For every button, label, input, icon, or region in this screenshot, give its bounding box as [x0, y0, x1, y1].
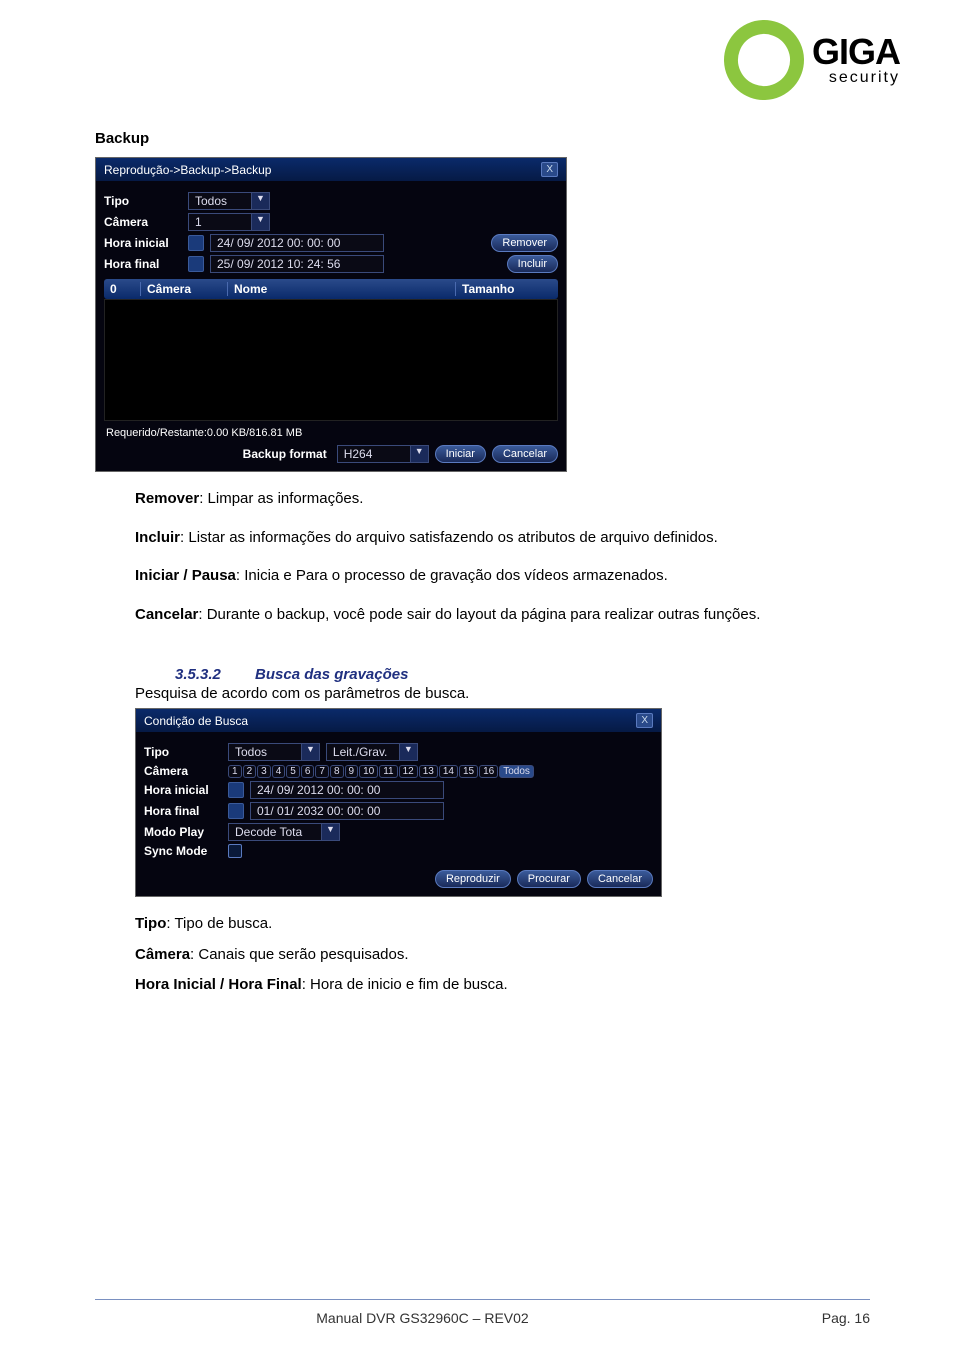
dialog-title-text: Reprodução->Backup->Backup — [104, 163, 271, 177]
label-camera: Câmera — [104, 215, 182, 229]
ch-2[interactable]: 2 — [243, 765, 257, 778]
desc-tipo: Tipo: Tipo de busca. — [135, 913, 870, 936]
reproduzir-button[interactable]: Reproduzir — [435, 870, 511, 888]
channel-buttons[interactable]: 1 2 3 4 5 6 7 8 9 10 11 12 13 14 15 16 T — [228, 765, 534, 778]
desc-camera: Câmera: Canais que serão pesquisados. — [135, 944, 870, 967]
hora-inicial-field[interactable]: 24/ 09/ 2012 00: 00: 00 — [250, 781, 444, 799]
brand-logo: GIGA security — [724, 20, 900, 100]
format-value: H264 — [337, 445, 411, 463]
logo-text: GIGA security — [812, 34, 900, 86]
label-camera: Câmera — [144, 764, 222, 778]
camera-dropdown[interactable]: 1 ▼ — [188, 213, 270, 231]
close-icon[interactable]: X — [636, 713, 653, 728]
footer-manual: Manual DVR GS32960C – REV02 — [95, 1310, 750, 1326]
section-busca-heading: 3.5.3.2 Busca das gravações — [175, 666, 870, 683]
hora-final-field[interactable]: 01/ 01/ 2032 00: 00: 00 — [250, 802, 444, 820]
desc-remover: Remover: Limpar as informações. — [135, 488, 870, 511]
th-camera: Câmera — [141, 282, 228, 296]
chevron-down-icon: ▼ — [252, 213, 270, 231]
tipo-dropdown[interactable]: Todos ▼ — [188, 192, 270, 210]
desc-incluir: Incluir: Listar as informações do arquiv… — [95, 527, 870, 550]
backup-dialog: Reprodução->Backup->Backup X Tipo Todos … — [95, 157, 567, 472]
ch-7[interactable]: 7 — [315, 765, 329, 778]
tipo-value: Todos — [188, 192, 252, 210]
dialog-titlebar: Reprodução->Backup->Backup X — [96, 158, 566, 181]
ch-3[interactable]: 3 — [257, 765, 271, 778]
hora-final-field[interactable]: 25/ 09/ 2012 10: 24: 56 — [210, 255, 384, 273]
remover-button[interactable]: Remover — [491, 234, 558, 252]
format-dropdown[interactable]: H264 ▼ — [337, 445, 429, 463]
ch-12[interactable]: 12 — [399, 765, 418, 778]
incluir-button[interactable]: Incluir — [507, 255, 558, 273]
label-hora-inicial: Hora inicial — [144, 783, 222, 797]
busca-dialog: Condição de Busca X Tipo Todos ▼ Leit./G… — [135, 708, 662, 897]
status-text: Requerido/Restante:0.00 KB/816.81 MB — [106, 427, 556, 439]
label-modo-play: Modo Play — [144, 825, 222, 839]
chevron-down-icon: ▼ — [322, 823, 340, 841]
section-backup-title: Backup — [95, 130, 870, 147]
desc-iniciar: Iniciar / Pausa: Inicia e Para o process… — [95, 565, 870, 588]
ch-1[interactable]: 1 — [228, 765, 242, 778]
calendar-icon[interactable] — [228, 803, 244, 819]
calendar-icon[interactable] — [188, 256, 204, 272]
cancelar-button[interactable]: Cancelar — [492, 445, 558, 463]
ch-16[interactable]: 16 — [479, 765, 498, 778]
logo-sub: security — [829, 70, 900, 86]
procurar-button[interactable]: Procurar — [517, 870, 581, 888]
page-footer: Manual DVR GS32960C – REV02 Pag. 16 — [95, 1299, 870, 1326]
calendar-icon[interactable] — [228, 782, 244, 798]
hora-inicial-field[interactable]: 24/ 09/ 2012 00: 00: 00 — [210, 234, 384, 252]
chevron-down-icon: ▼ — [302, 743, 320, 761]
desc-cancelar: Cancelar: Durante o backup, você pode sa… — [95, 604, 870, 627]
calendar-icon[interactable] — [188, 235, 204, 251]
dialog-title-text: Condição de Busca — [144, 714, 248, 728]
ch-11[interactable]: 11 — [379, 765, 397, 778]
chevron-down-icon: ▼ — [411, 445, 429, 463]
label-sync-mode: Sync Mode — [144, 844, 222, 858]
label-hora-final: Hora final — [144, 804, 222, 818]
close-icon[interactable]: X — [541, 162, 558, 177]
th-tamanho: Tamanho — [456, 282, 552, 296]
ch-15[interactable]: 15 — [459, 765, 478, 778]
logo-brand: GIGA — [812, 34, 900, 70]
chevron-down-icon: ▼ — [252, 192, 270, 210]
dialog-titlebar: Condição de Busca X — [136, 709, 661, 732]
logo-ring-icon — [713, 9, 816, 112]
sync-mode-checkbox[interactable] — [228, 844, 242, 858]
section-busca-desc: Pesquisa de acordo com os parâmetros de … — [135, 685, 870, 702]
ch-6[interactable]: 6 — [301, 765, 315, 778]
table-header: 0 Câmera Nome Tamanho — [104, 279, 558, 299]
label-tipo: Tipo — [104, 194, 182, 208]
table-body-empty — [104, 299, 558, 421]
footer-page: Pag. 16 — [750, 1310, 870, 1326]
label-hora-inicial: Hora inicial — [104, 236, 182, 250]
ch-8[interactable]: 8 — [330, 765, 344, 778]
ch-9[interactable]: 9 — [345, 765, 359, 778]
label-hora-final: Hora final — [104, 257, 182, 271]
label-tipo: Tipo — [144, 745, 222, 759]
camera-value: 1 — [188, 213, 252, 231]
ch-todos[interactable]: Todos — [499, 765, 534, 778]
ch-5[interactable]: 5 — [286, 765, 300, 778]
leit-dropdown[interactable]: Leit./Grav. ▼ — [326, 743, 418, 761]
iniciar-button[interactable]: Iniciar — [435, 445, 486, 463]
chevron-down-icon: ▼ — [400, 743, 418, 761]
ch-14[interactable]: 14 — [439, 765, 458, 778]
tipo-dropdown[interactable]: Todos ▼ — [228, 743, 320, 761]
ch-10[interactable]: 10 — [359, 765, 378, 778]
th-nome: Nome — [228, 282, 456, 296]
desc-hora: Hora Inicial / Hora Final: Hora de inici… — [135, 974, 870, 997]
modo-play-dropdown[interactable]: Decode Tota ▼ — [228, 823, 340, 841]
backup-format-label: Backup format — [243, 447, 327, 461]
th-index: 0 — [110, 282, 141, 296]
ch-4[interactable]: 4 — [272, 765, 286, 778]
ch-13[interactable]: 13 — [419, 765, 438, 778]
cancelar-button[interactable]: Cancelar — [587, 870, 653, 888]
